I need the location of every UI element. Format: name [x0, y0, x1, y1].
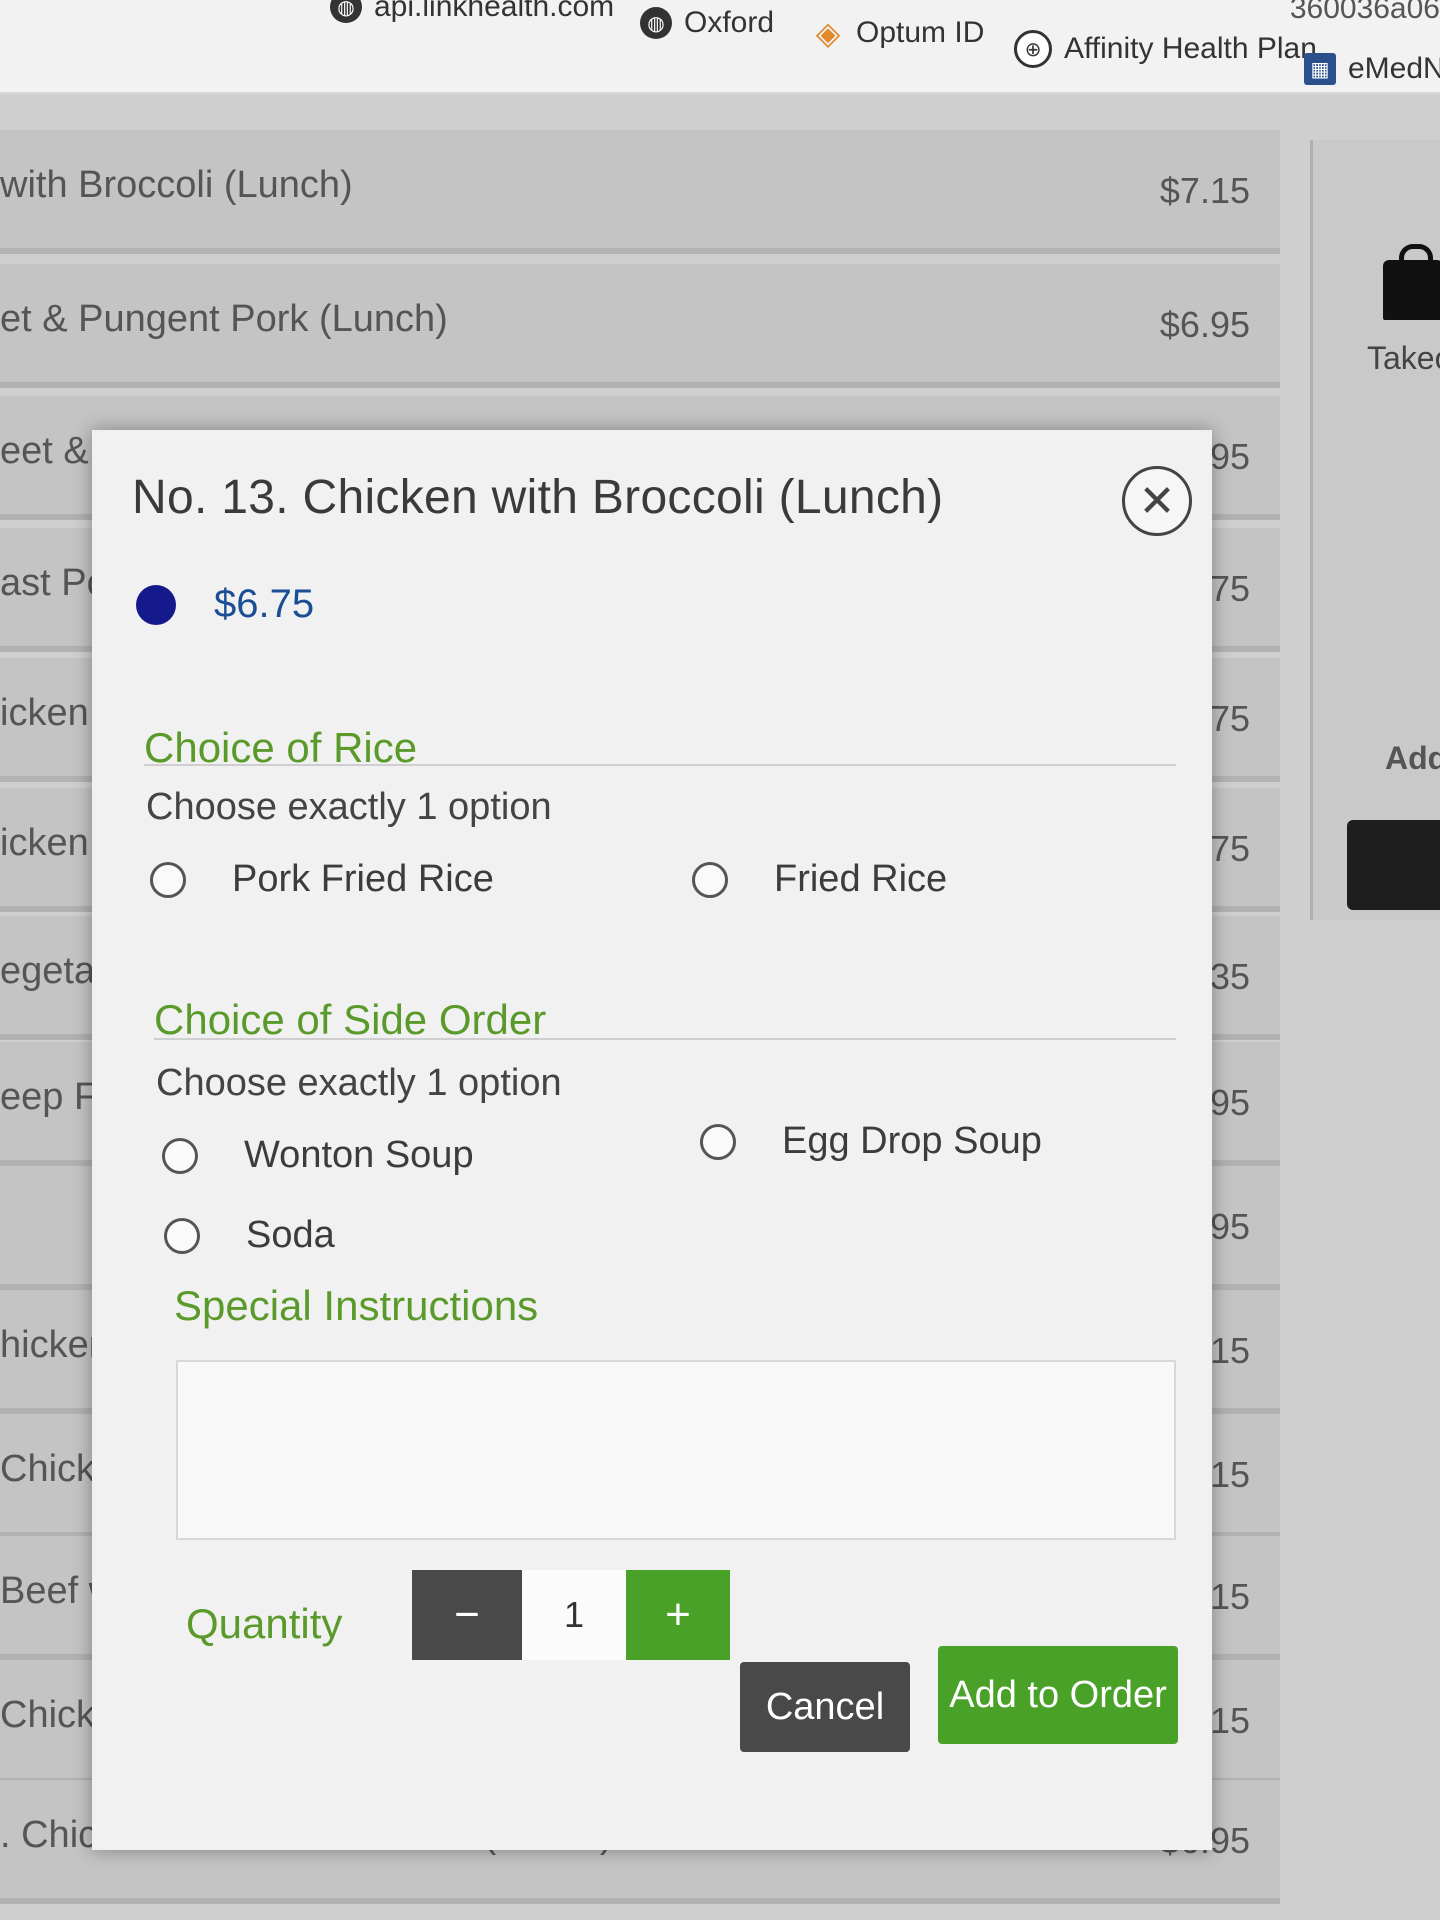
emedny-icon: ▦	[1304, 53, 1336, 85]
option-label: Fried Rice	[774, 858, 948, 900]
option-label: Egg Drop Soup	[782, 1120, 1042, 1162]
decrease-quantity-button[interactable]: −	[412, 1570, 522, 1660]
section-divider	[144, 764, 1176, 766]
menu-row[interactable]: with Broccoli (Lunch) $7.15	[0, 130, 1280, 254]
bookmark-emedny[interactable]: ▦ eMedNY	[1304, 52, 1440, 86]
checkout-button[interactable]	[1347, 820, 1440, 910]
bookmark-label: eMedNY	[1348, 52, 1440, 85]
affinity-icon: ⊕	[1014, 30, 1052, 68]
item-price: $6.75	[214, 582, 315, 626]
instructions-title: Special Instructions	[174, 1282, 539, 1329]
menu-item-price: 35	[1209, 956, 1250, 997]
url-fragment: 360036a06	[1289, 0, 1440, 25]
menu-item-price: 95	[1209, 1206, 1250, 1247]
takeout-label[interactable]: Takeo	[1367, 340, 1440, 377]
modal-title: No. 13. Chicken with Broccoli (Lunch)	[132, 471, 944, 524]
add-to-order-button[interactable]: Add to Order	[938, 1646, 1178, 1744]
rice-option-pork-fried-rice[interactable]: Pork Fried Rice	[150, 858, 494, 901]
menu-item-price: 75	[1209, 698, 1250, 739]
bookmark-label: Affinity Health Plan	[1064, 32, 1317, 65]
option-label: Wonton Soup	[244, 1134, 474, 1176]
increase-quantity-button[interactable]: +	[626, 1570, 730, 1660]
menu-item-price: 75	[1209, 828, 1250, 869]
menu-row[interactable]: et & Pungent Pork (Lunch) $6.95	[0, 264, 1280, 388]
menu-item-name: eet &	[0, 430, 89, 472]
option-label: Pork Fried Rice	[232, 858, 494, 900]
shopping-bag-icon	[1383, 244, 1440, 320]
menu-item-price: 75	[1209, 568, 1250, 609]
globe-icon: ◍	[640, 7, 672, 39]
selected-radio-icon	[136, 584, 176, 625]
bookmarks-bar: ◍ api.linkhealth.com ◍ Oxford ◈ Optum ID…	[0, 0, 1440, 94]
menu-item-name: icken	[0, 822, 89, 864]
side-section-title: Choice of Side Order	[154, 996, 547, 1043]
bookmark-oxford[interactable]: ◍ Oxford	[640, 6, 774, 40]
radio-icon	[700, 1123, 736, 1160]
menu-item-price: $7.15	[1159, 170, 1250, 211]
quantity-label: Quantity	[186, 1600, 343, 1647]
order-panel: Takeo Add	[1310, 140, 1440, 920]
menu-item-price: 15	[1209, 1330, 1250, 1371]
bookmark-label: Optum ID	[856, 16, 985, 49]
cancel-button[interactable]: Cancel	[740, 1662, 910, 1752]
menu-item-price: 15	[1209, 1454, 1250, 1495]
menu-item-price: 95	[1209, 1082, 1250, 1123]
rice-option-fried-rice[interactable]: Fried Rice	[692, 858, 947, 901]
side-section-subtitle: Choose exactly 1 option	[156, 1062, 562, 1104]
side-option-egg-drop-soup[interactable]: Egg Drop Soup	[700, 1120, 1042, 1163]
menu-item-price: 95	[1209, 436, 1250, 477]
price-option[interactable]: $6.75	[136, 582, 314, 627]
option-label: Soda	[246, 1214, 335, 1256]
side-option-wonton-soup[interactable]: Wonton Soup	[162, 1134, 474, 1177]
menu-item-name: with Broccoli (Lunch)	[0, 164, 353, 206]
close-icon: ✕	[1138, 476, 1176, 526]
radio-icon	[164, 1217, 200, 1254]
radio-icon	[692, 861, 728, 898]
bookmark-label: Oxford	[684, 6, 775, 39]
close-button[interactable]: ✕	[1122, 466, 1192, 536]
menu-item-name: et & Pungent Pork (Lunch)	[0, 298, 448, 340]
special-instructions-field[interactable]	[176, 1360, 1176, 1540]
globe-icon: ◍	[330, 0, 362, 23]
section-divider	[154, 1038, 1176, 1040]
radio-icon	[162, 1137, 198, 1174]
menu-item-price: $6.95	[1159, 304, 1250, 345]
bookmark-linkhealth[interactable]: ◍ api.linkhealth.com	[330, 0, 614, 24]
bookmark-label: api.linkhealth.com	[374, 0, 615, 23]
side-option-soda[interactable]: Soda	[164, 1214, 335, 1257]
radio-icon	[150, 861, 186, 898]
add-label: Add	[1385, 740, 1440, 776]
item-options-modal: No. 13. Chicken with Broccoli (Lunch) ✕ …	[92, 430, 1212, 1850]
rice-section-subtitle: Choose exactly 1 option	[146, 786, 552, 828]
optum-icon: ◈	[815, 15, 841, 51]
bookmark-optum-id[interactable]: ◈ Optum ID	[812, 15, 985, 51]
quantity-value[interactable]: 1	[522, 1570, 626, 1660]
menu-item-price: 15	[1209, 1576, 1250, 1617]
bookmark-affinity[interactable]: ⊕ Affinity Health Plan	[1014, 30, 1317, 68]
quantity-stepper: − 1 +	[412, 1570, 730, 1660]
menu-item-name: icken	[0, 692, 89, 734]
